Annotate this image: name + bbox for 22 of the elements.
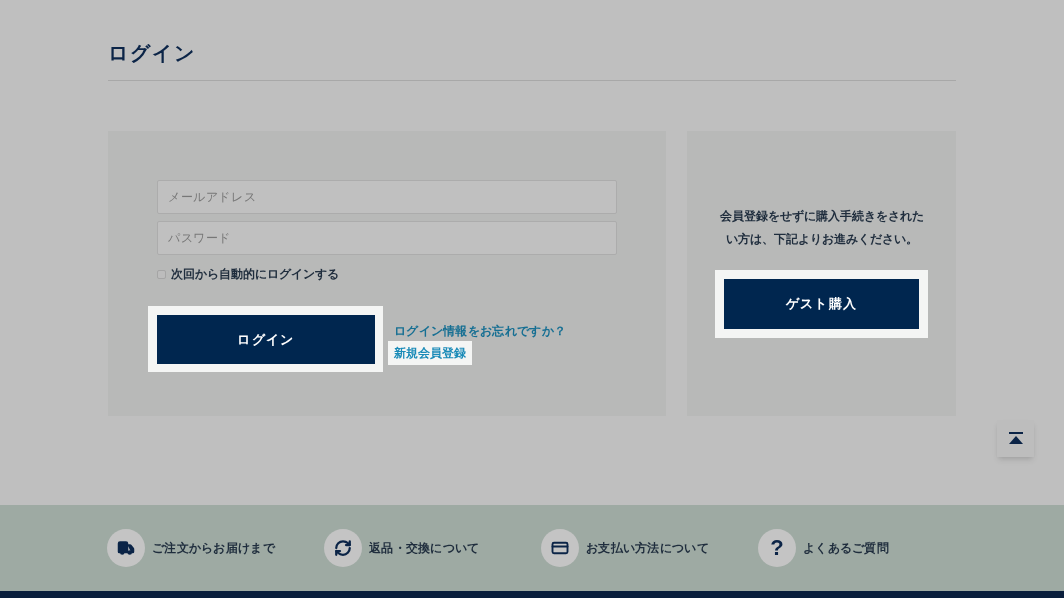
guest-purchase-button[interactable]: ゲスト購入	[724, 279, 919, 329]
guest-description: 会員登録をせずに購入手続きをされたい方は、下記よりお進みください。	[718, 208, 925, 248]
footer-link[interactable]: ご注文からお届けまで	[107, 529, 324, 567]
register-link[interactable]: 新規会員登録	[388, 341, 472, 365]
footer-link-label: 返品・交換について	[369, 540, 480, 557]
email-field[interactable]: メールアドレス	[157, 180, 617, 214]
back-to-top-button[interactable]	[997, 420, 1034, 457]
credit-card-icon	[551, 539, 569, 557]
remember-label: 次回から自動的にログインする	[171, 266, 339, 283]
refresh-icon	[334, 539, 352, 557]
truck-icon	[117, 539, 135, 557]
footer-link-label: よくあるご質問	[803, 540, 890, 557]
footer-link[interactable]: お支払い方法について	[541, 529, 758, 567]
password-field[interactable]: パスワード	[157, 221, 617, 255]
footer-link[interactable]: 返品・交換について	[324, 529, 541, 567]
login-button[interactable]: ログイン	[157, 315, 375, 364]
back-to-top-icon	[1008, 432, 1023, 445]
footer-link-label: ご注文からお届けまで	[152, 540, 275, 557]
question-icon: ?	[770, 537, 784, 559]
footer-link[interactable]: ? よくあるご質問	[758, 529, 975, 567]
page-title: ログイン	[108, 38, 196, 81]
footer-link-label: お支払い方法について	[586, 540, 709, 557]
